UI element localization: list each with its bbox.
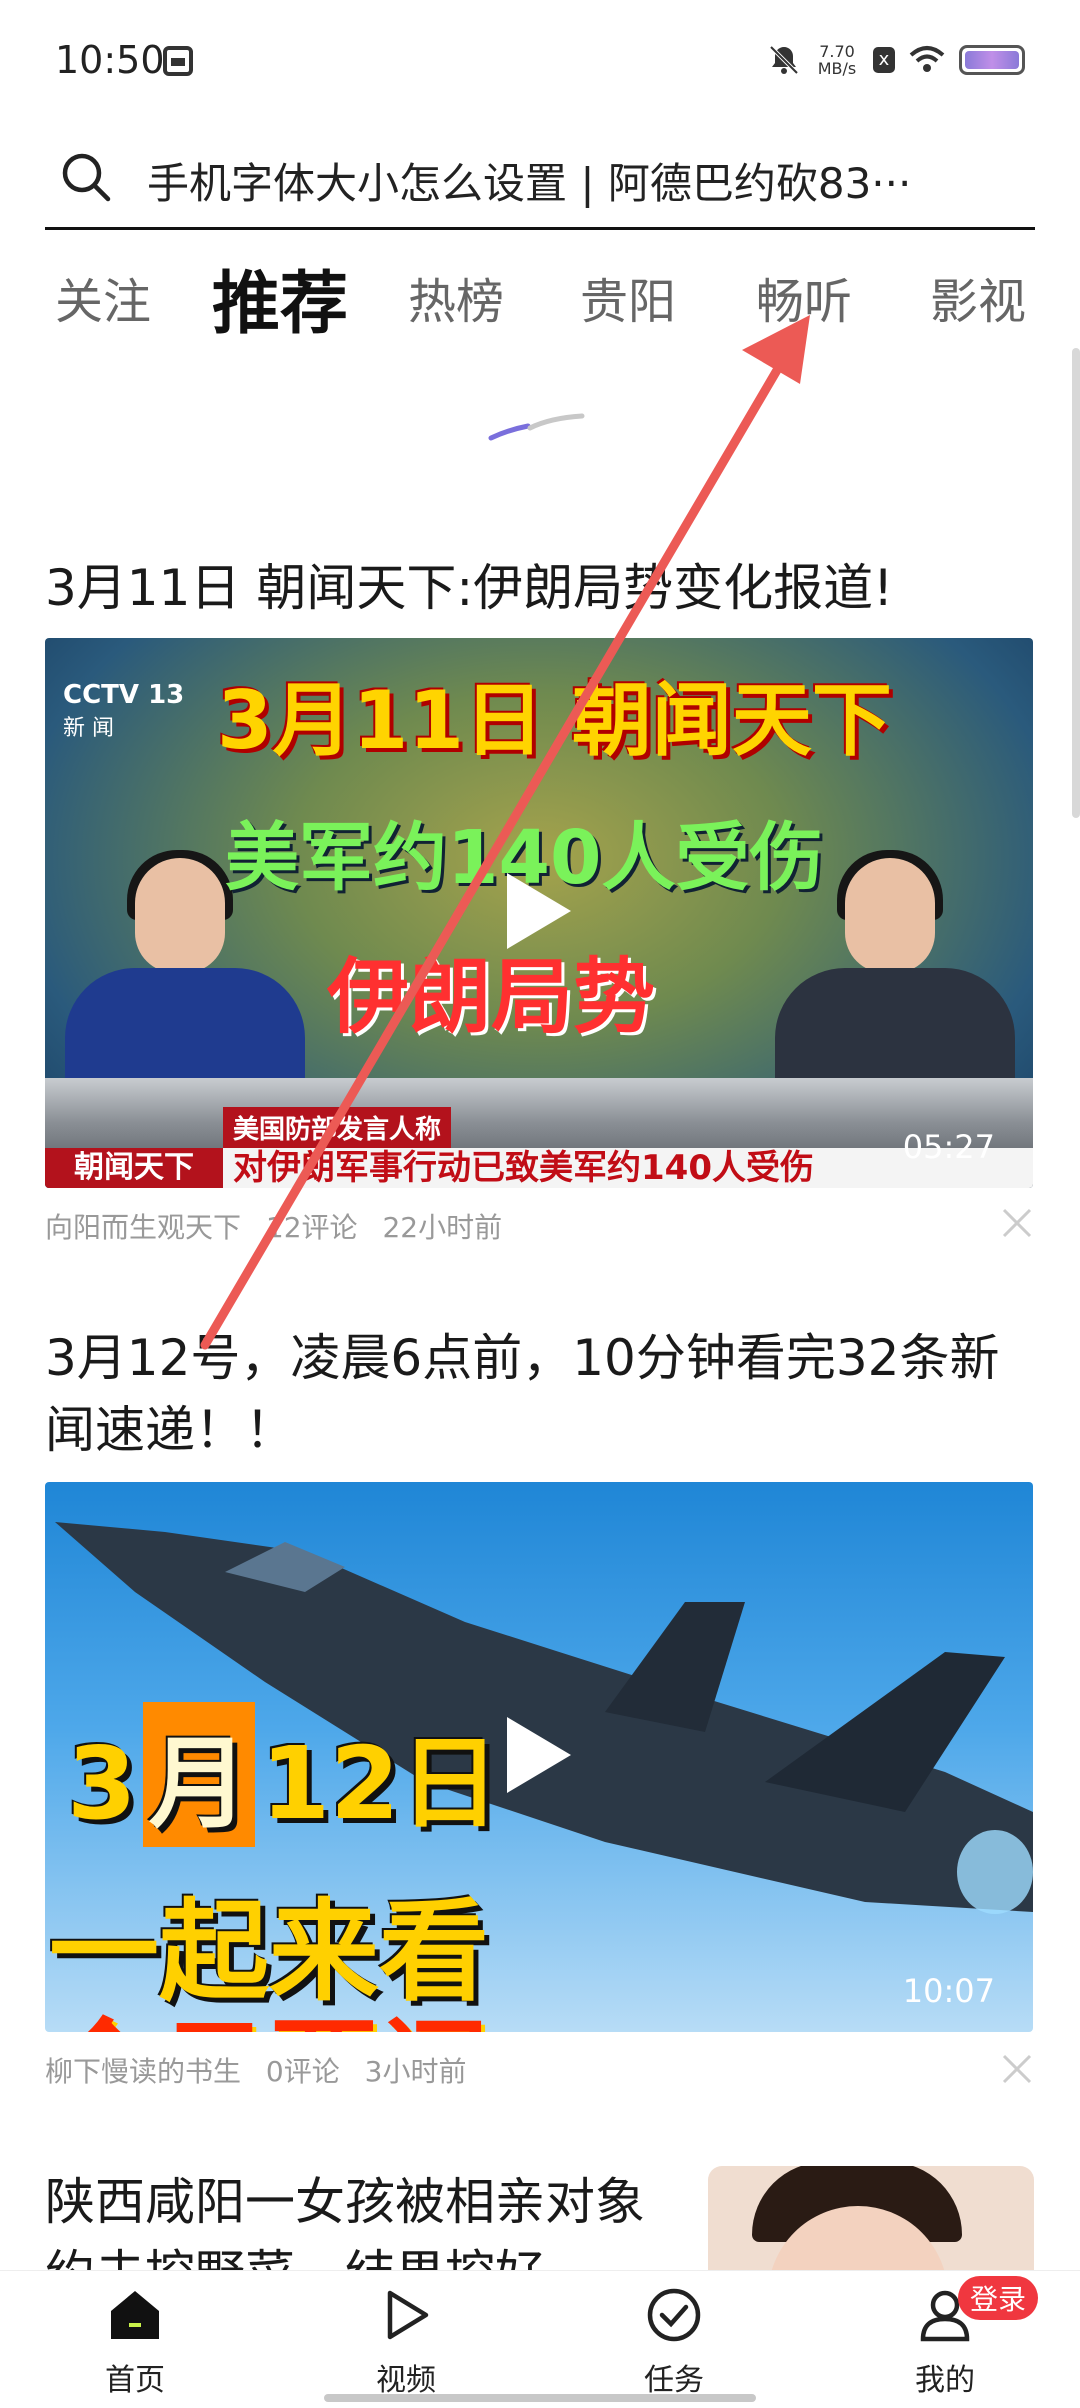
- bottom-navigation: 首页 视频 任务 我的: [0, 2270, 1080, 2408]
- video-thumbnail[interactable]: CCTV 13 新 闻 3月11日 朝闻天下 美军约140人受伤 伊朗局势 美国…: [45, 638, 1033, 1188]
- channel-logo: CCTV 13 新 闻: [63, 680, 184, 742]
- battery-icon: [959, 45, 1025, 75]
- status-bar: 10:50 7.70 MB/s x: [0, 0, 1080, 120]
- tab-follow[interactable]: 关注: [55, 262, 151, 332]
- channel-name: CCTV 13: [63, 680, 185, 710]
- home-indicator[interactable]: [324, 2394, 756, 2402]
- play-icon[interactable]: [507, 873, 571, 949]
- news-banner-program: 朝闻天下: [45, 1148, 223, 1188]
- video-duration: 05:27: [902, 1128, 995, 1166]
- video-thumbnail[interactable]: 3月12日 一起来看 今日要闻 10:07: [45, 1482, 1033, 2032]
- tab-guiyang[interactable]: 贵阳: [580, 262, 676, 332]
- nav-video-label: 视频: [376, 2363, 436, 2398]
- nav-tasks[interactable]: 任务: [604, 2287, 744, 2399]
- status-time: 10:50: [55, 38, 165, 82]
- close-icon[interactable]: [1000, 1206, 1034, 1240]
- article-title[interactable]: 3月11日 朝闻天下:伊朗局势变化报道!: [45, 552, 1035, 624]
- thumbnail-topic: 今日要闻: [49, 1982, 489, 2032]
- tab-listen[interactable]: 畅听: [756, 262, 852, 332]
- close-icon[interactable]: [1000, 2052, 1034, 2086]
- nav-tasks-label: 任务: [644, 2363, 704, 2398]
- annotation-arrow: [200, 315, 810, 1350]
- network-speed-value: 7.70: [819, 42, 855, 61]
- status-icons: 7.70 MB/s x: [767, 40, 1025, 80]
- search-bar[interactable]: 手机字体大小怎么设置 | 阿德巴约砍83···: [45, 132, 1035, 230]
- nav-home-label: 首页: [105, 2363, 165, 2398]
- network-speed-unit: MB/s: [817, 59, 857, 78]
- bell-muted-icon: [769, 45, 799, 75]
- search-query[interactable]: 手机字体大小怎么设置 | 阿德巴约砍83···: [147, 150, 1007, 211]
- article-comments: 0评论: [265, 2055, 340, 2088]
- search-icon[interactable]: [59, 150, 113, 204]
- thumbnail-date-day-prefix: 3: [67, 1725, 137, 1842]
- nav-profile-label: 我的: [915, 2363, 975, 2398]
- x-notification-icon: x: [873, 47, 895, 73]
- article-time: 22小时前: [382, 1211, 503, 1244]
- network-speed: 7.70 MB/s: [815, 43, 859, 77]
- tab-film-tv[interactable]: 影视: [930, 262, 1026, 332]
- article-author[interactable]: 柳下慢读的书生: [45, 2055, 241, 2088]
- scrollbar[interactable]: [1072, 348, 1080, 818]
- news-banner-top: 美国防部发言人称: [223, 1107, 452, 1148]
- calendar-icon: [163, 46, 193, 76]
- loading-indicator: [488, 413, 585, 441]
- thumbnail-headline: 3月11日 朝闻天下: [217, 674, 892, 767]
- category-tabs: 关注 推荐 热榜 贵阳 畅听 影视: [0, 242, 1080, 344]
- video-duration: 10:07: [902, 1972, 995, 2010]
- article-title[interactable]: 3月12号，凌晨6点前，10分钟看完32条新闻速递！！: [45, 1322, 1035, 1466]
- login-badge[interactable]: 登录: [958, 2276, 1039, 2320]
- wifi-icon: [909, 46, 945, 72]
- article-meta: 向阳而生观天下 12评论 22小时前: [45, 1206, 518, 1246]
- thumbnail-topic: 伊朗局势: [327, 950, 656, 1045]
- play-icon: [387, 2290, 429, 2340]
- battery-level: [965, 51, 1019, 69]
- article-comments: 12评论: [265, 1211, 358, 1244]
- nav-home[interactable]: 首页: [65, 2287, 205, 2399]
- thumbnail-month: 月: [142, 1702, 255, 1847]
- article-thumbnail[interactable]: [708, 2166, 1034, 2286]
- article-meta: 柳下慢读的书生 0评论 3小时前: [45, 2050, 482, 2090]
- play-icon[interactable]: [507, 1717, 571, 1793]
- channel-subtitle: 新 闻: [63, 716, 114, 741]
- check-circle-icon: [647, 2288, 701, 2342]
- home-icon: [111, 2291, 159, 2339]
- tab-hot-list[interactable]: 热榜: [408, 262, 504, 332]
- nav-video[interactable]: 视频: [336, 2287, 476, 2399]
- article-author[interactable]: 向阳而生观天下: [45, 1211, 241, 1244]
- thumbnail-day: 12日: [260, 1725, 500, 1842]
- tab-recommend[interactable]: 推荐: [212, 248, 348, 347]
- thumbnail-date: 3 月 12日: [67, 1702, 500, 1847]
- article-time: 3小时前: [364, 2055, 467, 2088]
